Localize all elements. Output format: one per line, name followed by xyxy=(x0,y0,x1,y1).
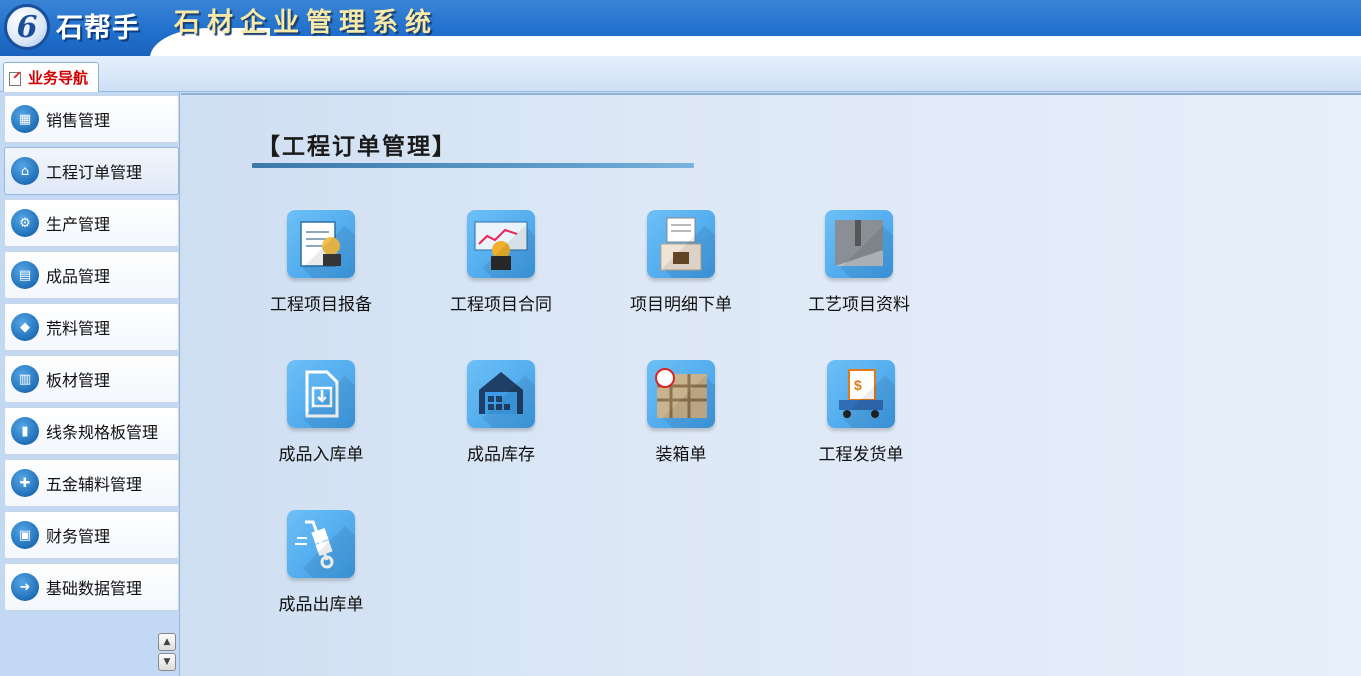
header-decoration xyxy=(185,36,1361,56)
tab-business-nav[interactable]: 业务导航 xyxy=(3,62,99,92)
stock-in-icon xyxy=(287,360,355,428)
engineering-order-icon: ⌂ xyxy=(11,157,39,185)
sidebar-item-label: 荒料管理 xyxy=(46,319,111,338)
brand-name: 石帮手 xyxy=(56,13,140,44)
finished-goods-icon: ▤ xyxy=(11,261,39,289)
process-data-icon xyxy=(825,210,893,278)
raw-block-icon: ◆ xyxy=(11,313,39,341)
app-label: 工程项目合同 xyxy=(450,295,552,315)
packing-icon xyxy=(647,360,715,428)
sidebar-item-finished-goods[interactable]: ▤ 成品管理 xyxy=(4,251,179,299)
app-label: 成品出库单 xyxy=(278,595,364,615)
section-title: 【工程订单管理】 xyxy=(257,133,457,160)
sidebar-item-label: 成品管理 xyxy=(46,267,111,286)
app-label: 工程发货单 xyxy=(818,445,904,465)
sidebar-item-label: 板材管理 xyxy=(46,371,111,390)
sidebar-item-label: 线条规格板管理 xyxy=(46,423,159,442)
logo-icon: 6 xyxy=(4,4,50,50)
app-project-contract[interactable]: 工程项目合同 xyxy=(416,210,586,315)
sales-icon: ▦ xyxy=(11,105,39,133)
section-divider xyxy=(252,163,694,168)
sidebar-item-production[interactable]: ⚙ 生产管理 xyxy=(4,199,179,247)
app-stock-out[interactable]: 成品出库单 xyxy=(236,510,406,615)
sidebar-item-sales[interactable]: ▦ 销售管理 xyxy=(4,95,179,143)
sidebar-item-finance[interactable]: ▣ 财务管理 xyxy=(4,511,179,559)
svg-text:$: $ xyxy=(854,377,862,393)
scroll-down-button[interactable]: ▼ xyxy=(158,653,176,671)
app-header: 6 石帮手 石材企业管理系统 xyxy=(0,0,1361,56)
detail-order-icon xyxy=(647,210,715,278)
sidebar-item-label: 生产管理 xyxy=(46,215,111,234)
slab-icon: ▥ xyxy=(11,365,39,393)
line-spec-board-icon: ▮ xyxy=(11,417,39,445)
sidebar-item-base-data[interactable]: ➜ 基础数据管理 xyxy=(4,563,179,611)
app-shipping[interactable]: $ 工程发货单 xyxy=(776,360,946,465)
app-label: 成品入库单 xyxy=(278,445,364,465)
scroll-up-button[interactable]: ▲ xyxy=(158,633,176,651)
app-detail-order[interactable]: 项目明细下单 xyxy=(596,210,766,315)
tab-label: 业务导航 xyxy=(28,69,89,87)
finance-icon: ▣ xyxy=(11,521,39,549)
project-report-icon xyxy=(287,210,355,278)
tab-strip xyxy=(0,56,1361,92)
hardware-icon: ✚ xyxy=(11,469,39,497)
app-packing[interactable]: 装箱单 xyxy=(596,360,766,465)
sidebar-item-hardware[interactable]: ✚ 五金辅料管理 xyxy=(4,459,179,507)
sidebar-item-label: 销售管理 xyxy=(46,111,111,130)
app-label: 工艺项目资料 xyxy=(808,295,910,315)
sidebar-item-label: 基础数据管理 xyxy=(46,579,143,598)
document-edit-icon xyxy=(8,71,22,86)
app-process-data[interactable]: 工艺项目资料 xyxy=(774,210,944,315)
sidebar-item-label: 工程订单管理 xyxy=(46,163,143,182)
sidebar-item-raw-block[interactable]: ◆ 荒料管理 xyxy=(4,303,179,351)
sidebar-item-label: 财务管理 xyxy=(46,527,111,546)
shipping-icon: $ xyxy=(827,360,895,428)
sidebar-item-label: 五金辅料管理 xyxy=(46,475,143,494)
app-warehouse[interactable]: 成品库存 xyxy=(416,360,586,465)
sidebar-item-slab[interactable]: ▥ 板材管理 xyxy=(4,355,179,403)
stock-out-icon xyxy=(287,510,355,578)
sidebar-item-engineering-order[interactable]: ⌂ 工程订单管理 xyxy=(4,147,179,195)
app-label: 装箱单 xyxy=(655,445,707,465)
app-label: 成品库存 xyxy=(467,445,535,465)
sidebar-item-line-spec-board[interactable]: ▮ 线条规格板管理 xyxy=(4,407,179,455)
base-data-icon: ➜ xyxy=(11,573,39,601)
system-title: 石材企业管理系统 xyxy=(174,8,439,38)
app-label: 项目明细下单 xyxy=(630,295,732,315)
sidebar: ▦ 销售管理 ⌂ 工程订单管理 ⚙ 生产管理 ▤ 成品管理 ◆ 荒料管理 ▥ 板… xyxy=(0,92,180,676)
warehouse-icon xyxy=(467,360,535,428)
project-contract-icon xyxy=(467,210,535,278)
app-stock-in[interactable]: 成品入库单 xyxy=(236,360,406,465)
app-project-report[interactable]: 工程项目报备 xyxy=(236,210,406,315)
app-label: 工程项目报备 xyxy=(270,295,372,315)
logo-glyph: 6 xyxy=(16,9,38,45)
production-icon: ⚙ xyxy=(11,209,39,237)
